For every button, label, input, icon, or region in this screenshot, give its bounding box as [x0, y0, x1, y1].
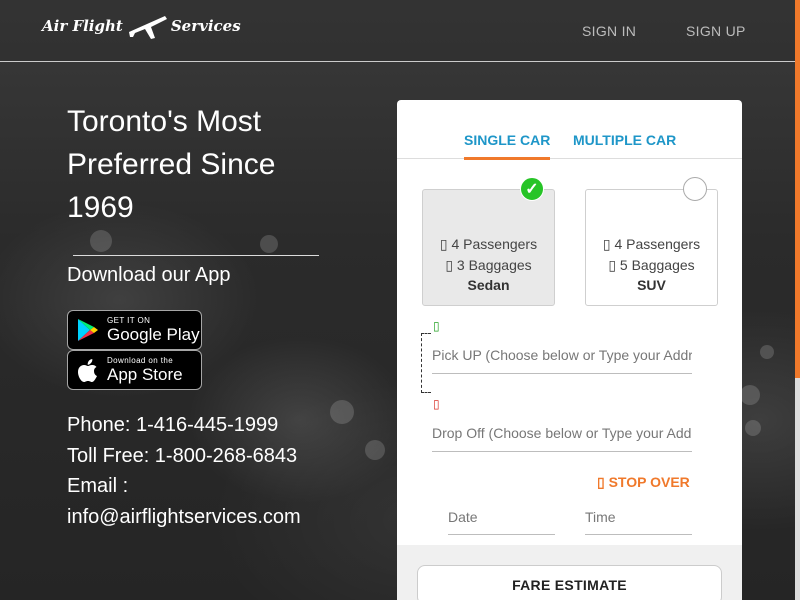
- google-play-caption: GET IT ON: [107, 316, 151, 325]
- airplane-icon: [128, 16, 167, 39]
- phone-number: Phone: 1-416-445-1999: [67, 414, 279, 436]
- baggages-label: 5 Baggages: [619, 257, 695, 273]
- google-play-button[interactable]: GET IT ON Google Play: [67, 310, 202, 350]
- download-app-title: Download our App: [67, 264, 231, 286]
- bokeh-light: [260, 235, 278, 253]
- route-connector: [421, 333, 431, 393]
- date-input[interactable]: [448, 500, 555, 535]
- dropoff-address-input[interactable]: [432, 414, 692, 452]
- selected-check-icon: ✓: [520, 177, 544, 201]
- vehicle-name: SUV: [637, 277, 666, 293]
- pickup-address-input[interactable]: [432, 336, 692, 374]
- top-navigation-bar: Air Flight Services SIGN IN SIGN UP: [0, 0, 795, 62]
- google-play-icon: [78, 319, 98, 341]
- unselected-radio-icon: [683, 177, 707, 201]
- headline-line: Toronto's Most: [67, 105, 262, 138]
- bokeh-light: [365, 440, 385, 460]
- app-store-label: App Store: [107, 365, 183, 384]
- vehicle-option-suv[interactable]: ▯ 4 Passengers ▯ 5 Baggages SUV: [585, 177, 718, 306]
- logo-text-right: Services: [170, 17, 241, 35]
- logo-text-left: Air Flight: [42, 17, 123, 35]
- email-address[interactable]: info@airflightservices.com: [67, 502, 301, 533]
- sedan-passengers: ▯ 4 Passengers: [423, 236, 554, 253]
- page-headline: Toronto's Most Preferred Since 1969: [67, 100, 367, 229]
- plus-icon: ▯: [597, 474, 609, 490]
- sign-up-link[interactable]: SIGN UP: [686, 23, 746, 39]
- email-label: Email :: [67, 475, 129, 497]
- bokeh-light: [740, 385, 760, 405]
- suitcase-icon: ▯: [608, 257, 620, 273]
- baggages-label: 3 Baggages: [456, 257, 532, 273]
- booking-card: SINGLE CAR MULTIPLE CAR ✓ ▯ 4 Passengers…: [397, 100, 742, 600]
- booking-tabs: SINGLE CAR MULTIPLE CAR: [397, 100, 742, 160]
- contact-info: Phone: 1-416-445-1999 Toll Free: 1-800-2…: [67, 410, 301, 532]
- vehicle-name: Sedan: [467, 277, 510, 293]
- suv-passengers: ▯ 4 Passengers: [586, 236, 717, 253]
- passengers-label: 4 Passengers: [451, 236, 538, 252]
- toll-free-number: Toll Free: 1-800-268-6843: [67, 444, 298, 467]
- map-marker-icon: ▯: [433, 319, 440, 333]
- app-store-button[interactable]: Download on the App Store: [67, 350, 202, 390]
- sedan-baggages: ▯ 3 Baggages: [423, 257, 554, 274]
- stop-over-button[interactable]: ▯ STOP OVER: [597, 474, 690, 491]
- tab-single-car[interactable]: SINGLE CAR: [464, 132, 551, 160]
- tab-multiple-car[interactable]: MULTIPLE CAR: [573, 132, 676, 157]
- stop-over-label: STOP OVER: [608, 474, 690, 490]
- app-store-text: Download on the App Store: [107, 356, 183, 384]
- headline-line: Preferred Since: [67, 148, 276, 181]
- user-icon: ▯: [439, 236, 452, 252]
- fare-estimate-button[interactable]: FARE ESTIMATE: [417, 565, 722, 600]
- user-icon: ▯: [602, 236, 615, 252]
- map-marker-icon: ▯: [433, 397, 440, 411]
- time-input[interactable]: [585, 500, 692, 535]
- app-store-caption: Download on the: [107, 356, 174, 365]
- brand-logo[interactable]: Air Flight Services: [42, 10, 241, 42]
- headline-line: 1969: [67, 191, 134, 224]
- bokeh-light: [90, 230, 112, 252]
- bokeh-light: [330, 400, 354, 424]
- apple-icon: [78, 359, 97, 382]
- scrollbar-thumb[interactable]: [795, 0, 800, 378]
- page-scrollbar[interactable]: [795, 0, 800, 600]
- google-play-label: Google Play: [107, 325, 200, 344]
- divider: [73, 255, 319, 256]
- passengers-label: 4 Passengers: [614, 236, 701, 252]
- bokeh-light: [760, 345, 774, 359]
- bokeh-light: [745, 420, 761, 436]
- sign-in-link[interactable]: SIGN IN: [582, 23, 636, 39]
- google-play-text: GET IT ON Google Play: [107, 316, 200, 344]
- card-footer: FARE ESTIMATE: [397, 545, 742, 600]
- suv-baggages: ▯ 5 Baggages: [586, 257, 717, 274]
- suitcase-icon: ▯: [445, 257, 457, 273]
- vehicle-option-sedan[interactable]: ✓ ▯ 4 Passengers ▯ 3 Baggages Sedan: [422, 177, 555, 306]
